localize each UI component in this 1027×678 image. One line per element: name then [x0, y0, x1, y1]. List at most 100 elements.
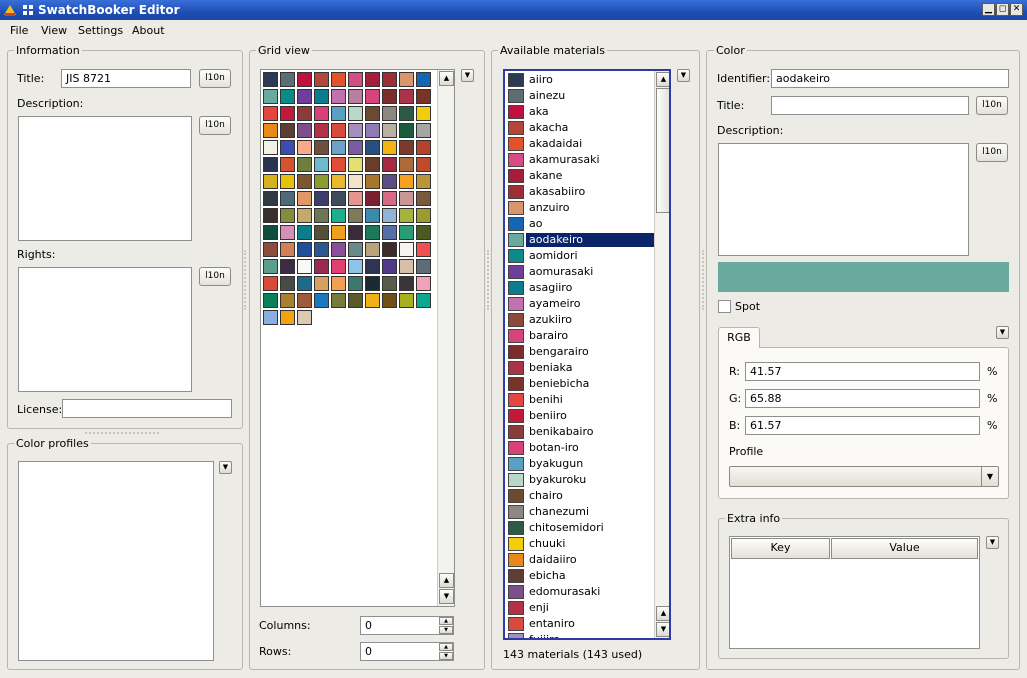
description-textarea[interactable] — [18, 116, 192, 241]
swatch[interactable] — [331, 208, 346, 223]
swatch[interactable] — [399, 140, 414, 155]
swatch[interactable] — [348, 106, 363, 121]
swatch[interactable] — [280, 208, 295, 223]
splitter-handle-right[interactable] — [702, 250, 705, 310]
swatch[interactable] — [365, 259, 380, 274]
swatch[interactable] — [348, 242, 363, 257]
swatch[interactable] — [348, 259, 363, 274]
list-item[interactable]: byakugun — [505, 456, 655, 472]
swatch[interactable] — [416, 191, 431, 206]
rows-up[interactable]: ▲ — [439, 643, 453, 651]
grid-scroll-up[interactable]: ▲ — [439, 71, 454, 86]
swatch[interactable] — [416, 89, 431, 104]
list-item[interactable]: edomurasaki — [505, 584, 655, 600]
list-item[interactable]: aodakeiro — [505, 232, 655, 248]
swatch[interactable] — [297, 157, 312, 172]
swatch[interactable] — [382, 259, 397, 274]
swatch[interactable] — [348, 89, 363, 104]
swatch[interactable] — [382, 123, 397, 138]
swatch[interactable] — [399, 242, 414, 257]
swatch[interactable] — [365, 72, 380, 87]
swatch[interactable] — [314, 225, 329, 240]
swatch[interactable] — [297, 208, 312, 223]
swatch[interactable] — [280, 157, 295, 172]
spot-checkbox[interactable] — [718, 300, 731, 313]
swatch[interactable] — [331, 89, 346, 104]
swatch[interactable] — [348, 157, 363, 172]
menu-about[interactable]: About — [132, 24, 165, 37]
swatch[interactable] — [348, 72, 363, 87]
swatch[interactable] — [331, 106, 346, 121]
color-title-input[interactable] — [771, 96, 969, 115]
list-item[interactable]: anzuiro — [505, 200, 655, 216]
swatch[interactable] — [331, 293, 346, 308]
swatch[interactable] — [365, 89, 380, 104]
swatch[interactable] — [314, 208, 329, 223]
rights-l10n-button[interactable]: l10n — [199, 267, 231, 286]
swatch[interactable] — [382, 106, 397, 121]
swatch[interactable] — [382, 293, 397, 308]
swatch[interactable] — [331, 72, 346, 87]
list-item[interactable]: akacha — [505, 120, 655, 136]
swatch[interactable] — [314, 157, 329, 172]
splitter-handle-middle[interactable] — [487, 250, 490, 310]
swatch[interactable] — [399, 191, 414, 206]
swatch[interactable] — [280, 242, 295, 257]
swatch[interactable] — [297, 310, 312, 325]
swatch[interactable] — [399, 293, 414, 308]
swatch[interactable] — [280, 259, 295, 274]
swatch[interactable] — [263, 293, 278, 308]
g-input[interactable]: 65.88 — [745, 389, 980, 408]
swatch[interactable] — [263, 242, 278, 257]
swatch[interactable] — [280, 174, 295, 189]
minimize-button[interactable]: ▁ — [982, 3, 995, 16]
list-item[interactable]: ayameiro — [505, 296, 655, 312]
swatch[interactable] — [416, 106, 431, 121]
list-item[interactable]: bengarairo — [505, 344, 655, 360]
color-description-l10n-button[interactable]: l10n — [976, 143, 1008, 162]
swatch[interactable] — [263, 208, 278, 223]
swatch[interactable] — [297, 259, 312, 274]
swatch[interactable] — [348, 276, 363, 291]
list-item[interactable]: byakuroku — [505, 472, 655, 488]
swatch[interactable] — [314, 259, 329, 274]
swatch[interactable] — [280, 123, 295, 138]
list-item[interactable]: aomurasaki — [505, 264, 655, 280]
color-profiles-list[interactable] — [18, 461, 214, 661]
swatch[interactable] — [365, 140, 380, 155]
list-item[interactable]: asagiiro — [505, 280, 655, 296]
swatch[interactable] — [280, 276, 295, 291]
swatch[interactable] — [297, 106, 312, 121]
list-item[interactable]: chairo — [505, 488, 655, 504]
columns-down[interactable]: ▼ — [439, 626, 453, 634]
swatch[interactable] — [365, 225, 380, 240]
menu-file[interactable]: File — [10, 24, 28, 37]
tab-rgb[interactable]: RGB — [718, 327, 760, 348]
swatch[interactable] — [280, 140, 295, 155]
swatch[interactable] — [348, 191, 363, 206]
swatch[interactable] — [314, 242, 329, 257]
list-item[interactable]: chuuki — [505, 536, 655, 552]
swatch[interactable] — [297, 225, 312, 240]
swatch[interactable] — [348, 123, 363, 138]
list-item[interactable]: chanezumi — [505, 504, 655, 520]
window-menu-icon[interactable] — [21, 3, 35, 17]
swatch[interactable] — [314, 276, 329, 291]
swatch[interactable] — [348, 140, 363, 155]
color-model-menu-button[interactable]: ▼ — [996, 326, 1009, 339]
swatch[interactable] — [365, 293, 380, 308]
materials-scroll-up-2[interactable]: ▲ — [656, 606, 669, 621]
swatch[interactable] — [416, 72, 431, 87]
swatch[interactable] — [331, 191, 346, 206]
profiles-menu-button[interactable]: ▼ — [219, 461, 232, 474]
swatch[interactable] — [263, 157, 278, 172]
swatch[interactable] — [263, 106, 278, 121]
license-input[interactable] — [62, 399, 232, 418]
swatch[interactable] — [314, 106, 329, 121]
key-column-header[interactable]: Key — [731, 538, 830, 559]
list-item[interactable]: daidaiiro — [505, 552, 655, 568]
swatch[interactable] — [280, 106, 295, 121]
materials-scrollbar[interactable]: ▲ ▲ ▼ — [654, 71, 669, 638]
swatch[interactable] — [365, 106, 380, 121]
swatch[interactable] — [399, 106, 414, 121]
